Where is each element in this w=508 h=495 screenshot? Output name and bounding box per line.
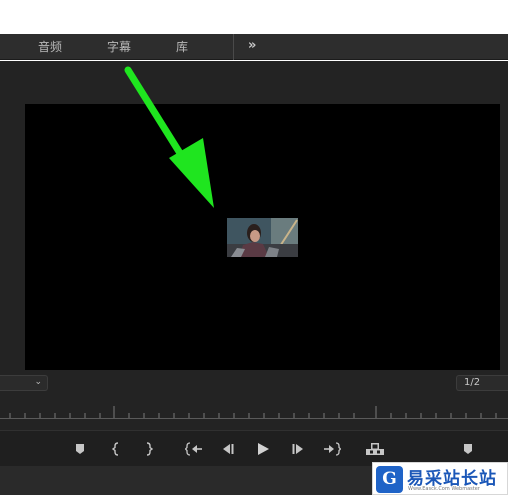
more-tabs-icon[interactable]: »: [248, 34, 256, 60]
ruler-baseline: [0, 418, 508, 419]
go-to-out-icon[interactable]: [322, 431, 342, 467]
add-marker-icon[interactable]: [72, 431, 88, 467]
play-icon[interactable]: [253, 431, 273, 467]
watermark-logo-icon: G: [376, 466, 403, 493]
step-forward-icon[interactable]: [289, 431, 307, 467]
go-to-in-icon[interactable]: [184, 431, 204, 467]
video-frame-thumbnail[interactable]: [227, 218, 298, 257]
tab-library[interactable]: 库: [176, 34, 188, 60]
step-back-icon[interactable]: [219, 431, 237, 467]
zoom-level-dropdown[interactable]: ⌄: [0, 375, 48, 391]
transport-controls-bar: [0, 430, 508, 466]
mark-in-icon[interactable]: [110, 431, 124, 467]
tab-divider: [233, 34, 234, 60]
video-frame-image: [227, 218, 298, 257]
tab-audio[interactable]: 音频: [38, 34, 62, 60]
resolution-page-counter[interactable]: 1/2: [456, 375, 508, 391]
panel-tab-bar: 音频 字幕 库 »: [0, 34, 508, 60]
timeline-ruler[interactable]: [0, 400, 508, 422]
top-blank-area: [0, 0, 508, 34]
tab-captions[interactable]: 字幕: [107, 34, 131, 60]
site-watermark: G 易采站长站 Www.Easck.Com Webmaster: [372, 462, 508, 495]
chevron-down-icon: ⌄: [34, 377, 42, 387]
watermark-subtitle: Www.Easck.Com Webmaster: [408, 486, 480, 492]
mark-out-icon[interactable]: [141, 431, 155, 467]
